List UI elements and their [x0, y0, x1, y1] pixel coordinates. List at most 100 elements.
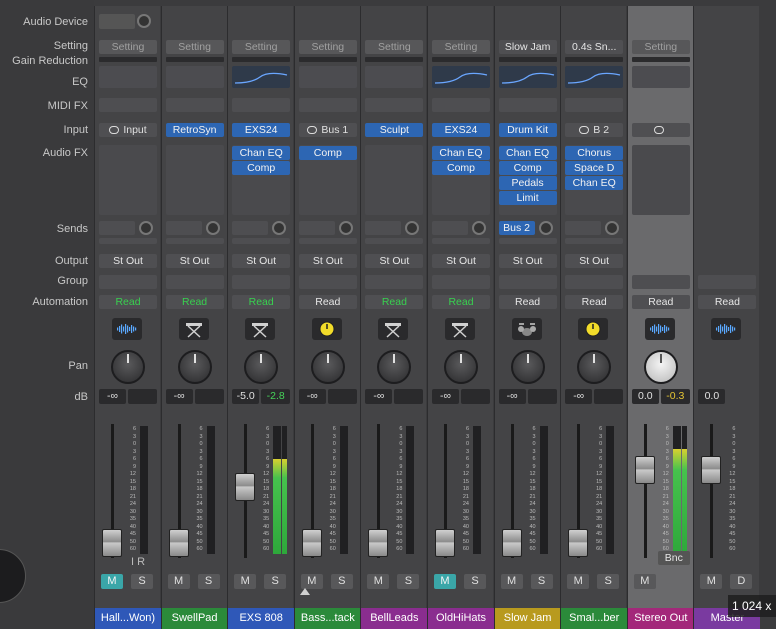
- tuner-icon[interactable]: [311, 318, 342, 340]
- bounce-button[interactable]: Bnc: [657, 551, 690, 565]
- solo-button[interactable]: S: [464, 574, 486, 589]
- automation-mode-button[interactable]: Read: [498, 295, 557, 309]
- pan-knob[interactable]: [177, 350, 212, 384]
- volume-db-readout[interactable]: -∞: [565, 389, 593, 404]
- group-slot[interactable]: [365, 275, 424, 289]
- mute-button[interactable]: M: [633, 574, 656, 589]
- automation-mode-button[interactable]: Read: [165, 295, 224, 309]
- channel-strip[interactable]: Setting RetroSyn St Out Read -∞ 6 3 0 3 6 9 12 15 18 2…: [160, 6, 228, 629]
- mute-button[interactable]: M: [367, 574, 390, 589]
- audio-fx-plugin[interactable]: Chan EQ: [432, 146, 490, 160]
- input-plugin-button[interactable]: Sculpt: [365, 123, 424, 137]
- channel-strip[interactable]: Setting Bus 1 Comp St Out Read -∞ 6 3 0 3 6 9 12 15 18…: [293, 6, 361, 629]
- pan-knob[interactable]: [577, 350, 612, 384]
- midi-fx-slot[interactable]: [565, 98, 624, 112]
- setting-button[interactable]: Slow Jam: [498, 40, 557, 54]
- mute-button[interactable]: M: [167, 574, 190, 589]
- send-level-knob-icon[interactable]: [205, 221, 220, 235]
- pan-knob[interactable]: [310, 350, 345, 384]
- automation-mode-button[interactable]: Read: [432, 295, 490, 309]
- midi-fx-slot[interactable]: [298, 98, 357, 112]
- send-slot-2[interactable]: [298, 238, 357, 244]
- track-name-label[interactable]: Stereo Out: [627, 608, 694, 629]
- solo-button[interactable]: S: [597, 574, 620, 589]
- synth-stand-icon[interactable]: [178, 318, 209, 340]
- volume-fader[interactable]: [568, 528, 589, 557]
- solo-button[interactable]: S: [197, 574, 220, 589]
- output-button[interactable]: St Out: [232, 254, 291, 268]
- peak-db-readout[interactable]: [327, 389, 357, 404]
- volume-fader[interactable]: [368, 528, 389, 557]
- mute-button[interactable]: M: [700, 574, 723, 589]
- volume-db-readout[interactable]: -∞: [432, 389, 459, 404]
- peak-db-readout[interactable]: [128, 389, 157, 404]
- automation-mode-button[interactable]: Read: [365, 295, 424, 309]
- setting-button[interactable]: Setting: [232, 40, 291, 54]
- mute-button[interactable]: M: [300, 574, 323, 589]
- pan-knob[interactable]: [643, 350, 678, 384]
- send-slot-2[interactable]: [232, 238, 291, 244]
- pan-knob[interactable]: [510, 350, 545, 384]
- send-slot-2[interactable]: [165, 238, 224, 244]
- waveform-icon[interactable]: [112, 318, 142, 340]
- send-slot-2[interactable]: [99, 238, 157, 244]
- audio-fx-plugin[interactable]: Pedals: [498, 176, 557, 190]
- output-button[interactable]: St Out: [99, 254, 157, 268]
- audio-fx-plugin[interactable]: Chan EQ: [498, 146, 557, 160]
- eq-thumbnail[interactable]: [565, 66, 624, 88]
- output-button[interactable]: St Out: [432, 254, 490, 268]
- setting-button[interactable]: Setting: [298, 40, 357, 54]
- track-name-label[interactable]: EXS 808: [228, 608, 295, 629]
- track-name-label[interactable]: OldHiHats: [428, 608, 494, 629]
- automation-mode-button[interactable]: Read: [698, 295, 757, 309]
- audio-fx-plugin[interactable]: Comp: [298, 146, 357, 160]
- group-slot[interactable]: [631, 275, 690, 289]
- synth-stand-icon[interactable]: [245, 318, 276, 340]
- mute-button[interactable]: M: [567, 574, 590, 589]
- peak-db-readout[interactable]: -2.8: [261, 389, 291, 404]
- volume-fader[interactable]: [701, 455, 722, 484]
- volume-db-readout[interactable]: 0.0: [631, 389, 659, 404]
- channel-strip[interactable]: Setting Input St Out Read -∞ 6 3 0 3 6 9 12 15 18 21 24…: [94, 6, 161, 629]
- channel-strip[interactable]: 0.4s Sn... B 2 Chorus Space D Chan EQ St Out R…: [560, 6, 628, 629]
- volume-db-readout[interactable]: 0.0: [698, 389, 726, 404]
- volume-fader[interactable]: [501, 528, 522, 557]
- setting-button[interactable]: 0.4s Sn...: [565, 40, 624, 54]
- send-slot[interactable]: [165, 221, 202, 235]
- automation-mode-button[interactable]: Read: [232, 295, 291, 309]
- peak-db-readout[interactable]: -0.3: [660, 389, 690, 404]
- pan-knob[interactable]: [244, 350, 279, 384]
- send-level-knob-icon[interactable]: [139, 221, 153, 235]
- pan-knob[interactable]: [444, 350, 478, 384]
- audio-fx-plugin[interactable]: Comp: [498, 161, 557, 175]
- channel-strip[interactable]: Setting Sculpt St Out Read -∞ 6 3 0 3 6 9 12 15 18 21 2…: [360, 6, 428, 629]
- automation-mode-button[interactable]: Read: [298, 295, 357, 309]
- setting-button[interactable]: Setting: [165, 40, 224, 54]
- channel-strip[interactable]: Setting EXS24 Chan EQ Comp St Out Read -5.0 -2.…: [227, 6, 295, 629]
- eq-thumbnail[interactable]: [99, 66, 157, 88]
- automation-mode-button[interactable]: Read: [631, 295, 690, 309]
- solo-button[interactable]: S: [530, 574, 553, 589]
- midi-fx-slot[interactable]: [232, 98, 291, 112]
- volume-fader[interactable]: [235, 473, 256, 502]
- output-button[interactable]: St Out: [565, 254, 624, 268]
- track-name-label[interactable]: Hall...Won): [95, 608, 161, 629]
- mute-button[interactable]: M: [434, 574, 456, 589]
- send-slot-2[interactable]: [432, 238, 490, 244]
- volume-db-readout[interactable]: -∞: [99, 389, 126, 404]
- audio-fx-plugin[interactable]: Limit: [498, 191, 557, 205]
- midi-fx-slot[interactable]: [99, 98, 157, 112]
- volume-fader[interactable]: [634, 455, 655, 484]
- track-name-label[interactable]: Smal...ber: [561, 608, 628, 629]
- audio-fx-plugin[interactable]: Comp: [232, 161, 291, 175]
- audio-fx-area[interactable]: [365, 145, 424, 215]
- synth-stand-icon[interactable]: [378, 318, 409, 340]
- send-level-knob-icon[interactable]: [472, 221, 486, 235]
- mute-button[interactable]: M: [234, 574, 257, 589]
- input-button[interactable]: [631, 123, 690, 137]
- tuner-icon[interactable]: [578, 318, 609, 340]
- volume-db-readout[interactable]: -∞: [165, 389, 193, 404]
- eq-thumbnail[interactable]: [432, 66, 490, 88]
- send-level-knob-icon[interactable]: [272, 221, 287, 235]
- peak-db-readout[interactable]: [527, 389, 557, 404]
